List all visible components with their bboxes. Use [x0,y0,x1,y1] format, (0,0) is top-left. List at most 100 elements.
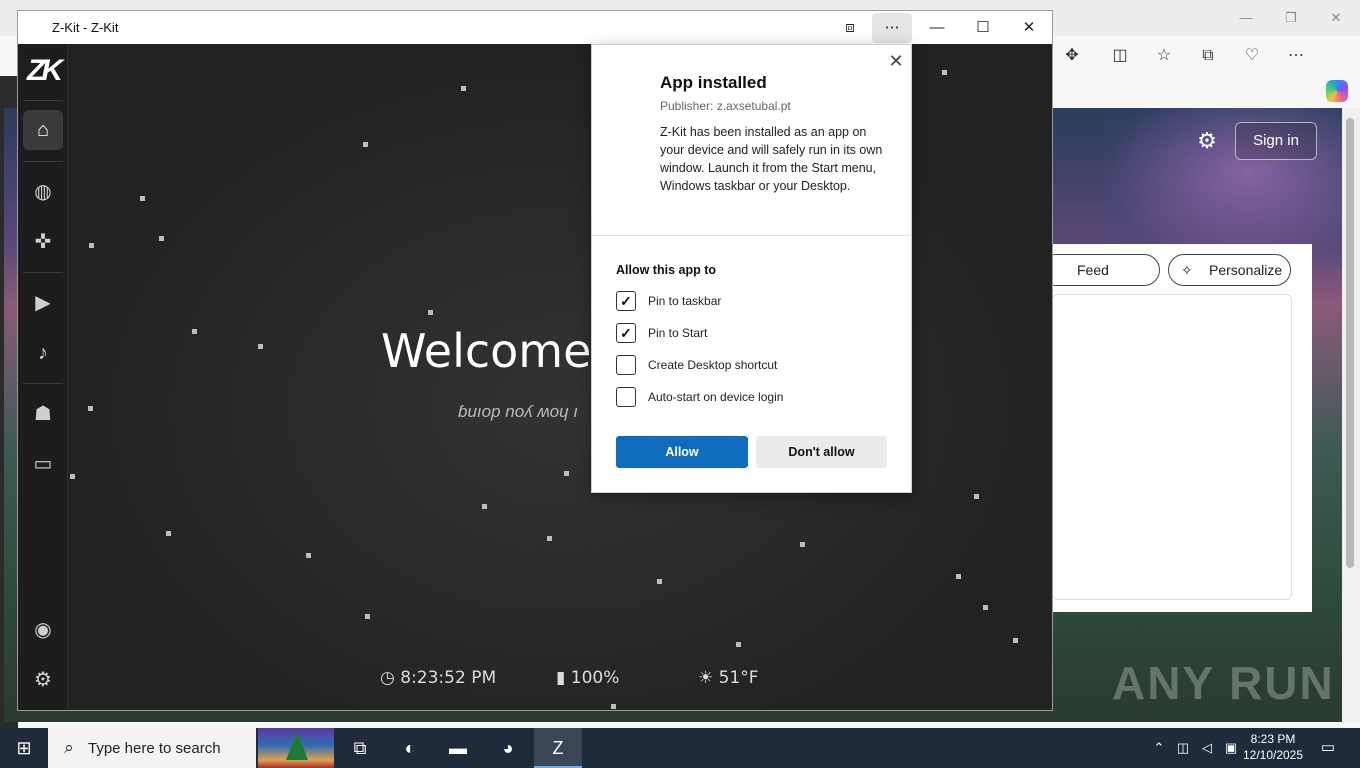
edge-restore-button[interactable]: ❐ [1281,8,1301,28]
star [89,243,94,248]
collections-icon[interactable]: ⧉ [1196,44,1220,68]
star [657,579,662,584]
dont-allow-button[interactable]: Don't allow [756,436,887,468]
personalize-button[interactable]: ✧ Personalize [1168,254,1291,286]
welcome-heading: Welcome t [381,324,625,378]
volume-icon[interactable]: ◁ [1198,738,1216,758]
battery-icon: ▮ [556,668,566,688]
settings-icon[interactable]: ⚙ [23,660,63,700]
app-close-button[interactable]: ✕ [1009,13,1049,43]
browser-essentials-icon[interactable]: ♡ [1240,44,1264,68]
feed-layout-button[interactable]: Feed layout [1040,254,1160,308]
app-titlebar: Z-Kit - Z-Kit ⧈ ⋯ — ☐ ✕ [18,11,1052,44]
windows-taskbar: ⊞ ⌕ Type here to search ⧉ ◐ ▬ ◕ Z ⌃ ◫ ◁ … [0,728,1360,768]
firefox-icon[interactable]: ◕ [484,728,532,768]
gamepad-icon[interactable]: ✜ [23,222,63,262]
music-icon[interactable]: ♪ [23,333,63,373]
dialog-title: App installed [660,73,767,92]
clock-status: ◷ 8:23:52 PM [380,668,496,688]
split-screen-icon[interactable]: ◫ [1108,44,1132,68]
star [800,542,805,547]
zkit-taskbar-icon[interactable]: Z [534,728,582,768]
star [192,329,197,334]
dialog-description: Z-Kit has been installed as an app on yo… [660,125,883,193]
search-highlight-image[interactable] [258,728,334,768]
clock-date-text: 12/10/2025 [1242,748,1304,762]
star [428,310,433,315]
clock-time-text: 8:23 PM [1250,732,1296,746]
christmas-tree-icon [286,732,308,760]
option-label: Create Desktop shortcut [648,358,778,372]
option-pin-start[interactable]: ✓ Pin to Start [616,323,876,345]
clock-time: 8:23:52 PM [400,668,497,688]
app-installed-dialog: ✕ App installed Publisher: z.axsetubal.p… [591,44,912,493]
app-options-icon[interactable]: ⧈ [830,13,870,43]
video-icon[interactable]: ▶ [23,283,63,323]
sign-in-button[interactable]: Sign in [1235,122,1317,160]
auto-start-checkbox[interactable] [616,387,636,407]
show-hidden-icons[interactable]: ⌃ [1150,738,1168,758]
pin-start-checkbox[interactable]: ✓ [616,323,636,343]
scrollbar-thumb[interactable] [1346,118,1354,568]
star [736,642,741,647]
option-label: Pin to taskbar [648,294,722,308]
network-icon[interactable]: ▣ [1222,738,1240,758]
page-settings-icon[interactable]: ⚙ [1194,128,1220,154]
star [306,553,311,558]
battery-status: ▮ 100% [556,668,619,688]
desktop-shortcut-checkbox[interactable] [616,355,636,375]
weather-temp: 51°F [718,668,759,688]
sun-icon: ☀ [698,668,714,688]
windows-start-icon[interactable]: ⊞ [0,728,48,768]
robot-icon[interactable]: ☗ [23,394,63,434]
home-icon[interactable]: ⌂ [23,110,63,150]
pin-taskbar-checkbox[interactable]: ✓ [616,291,636,311]
file-explorer-icon[interactable]: ▬ [434,728,482,768]
discord-icon[interactable]: ◉ [23,610,63,650]
star [974,494,979,499]
option-auto-start[interactable]: Auto-start on device login [616,387,876,409]
copilot-icon[interactable] [1326,80,1348,102]
feed-card[interactable] [1052,294,1292,600]
welcome-subtitle: ɓuıop noʎ ʍoɥ ı [458,402,579,421]
search-icon: ⌕ [64,738,74,757]
app-more-button[interactable]: ⋯ [872,13,912,43]
globe-icon[interactable]: ◍ [23,172,63,212]
edge-minimize-button[interactable]: — [1236,8,1256,28]
personalize-label: Personalize [1209,262,1283,278]
option-label: Pin to Start [648,326,708,340]
allow-button[interactable]: Allow [616,436,748,468]
star [159,236,164,241]
app-minimize-button[interactable]: — [917,13,957,43]
search-placeholder: Type here to search [88,740,221,757]
dialog-publisher: Publisher: z.axsetubal.pt [660,99,791,113]
dialog-close-button[interactable]: ✕ [886,51,906,71]
zkit-logo[interactable]: ZK [24,52,63,90]
star [88,406,93,411]
star [1013,638,1018,643]
sidebar-divider [23,100,63,101]
star [363,142,368,147]
dialog-divider [592,235,911,236]
meet-now-icon[interactable]: ◫ [1174,738,1192,758]
option-desktop-shortcut[interactable]: Create Desktop shortcut [616,355,876,377]
notifications-icon[interactable]: ▭ [1318,738,1338,758]
star [258,344,263,349]
star [956,574,961,579]
chat-icon[interactable]: ▭ [23,444,63,484]
option-label: Auto-start on device login [648,390,784,404]
edge-taskbar-icon[interactable]: ◐ [386,728,434,768]
option-pin-taskbar[interactable]: ✓ Pin to taskbar [616,291,876,313]
taskbar-search-box[interactable]: ⌕ Type here to search [48,728,256,768]
battery-level: 100% [570,668,620,688]
extensions-icon[interactable]: ✥ [1060,44,1084,68]
app-maximize-button[interactable]: ☐ [963,13,1003,43]
edge-close-button[interactable]: ✕ [1326,8,1346,28]
favorites-icon[interactable]: ☆ [1152,44,1176,68]
star [564,471,569,476]
task-view-icon[interactable]: ⧉ [336,728,384,768]
sparkle-icon: ✧ [1181,262,1193,278]
taskbar-clock[interactable]: 8:23 PM 12/10/2025 [1240,731,1306,763]
more-icon[interactable]: ⋯ [1284,44,1308,68]
star [611,704,616,709]
